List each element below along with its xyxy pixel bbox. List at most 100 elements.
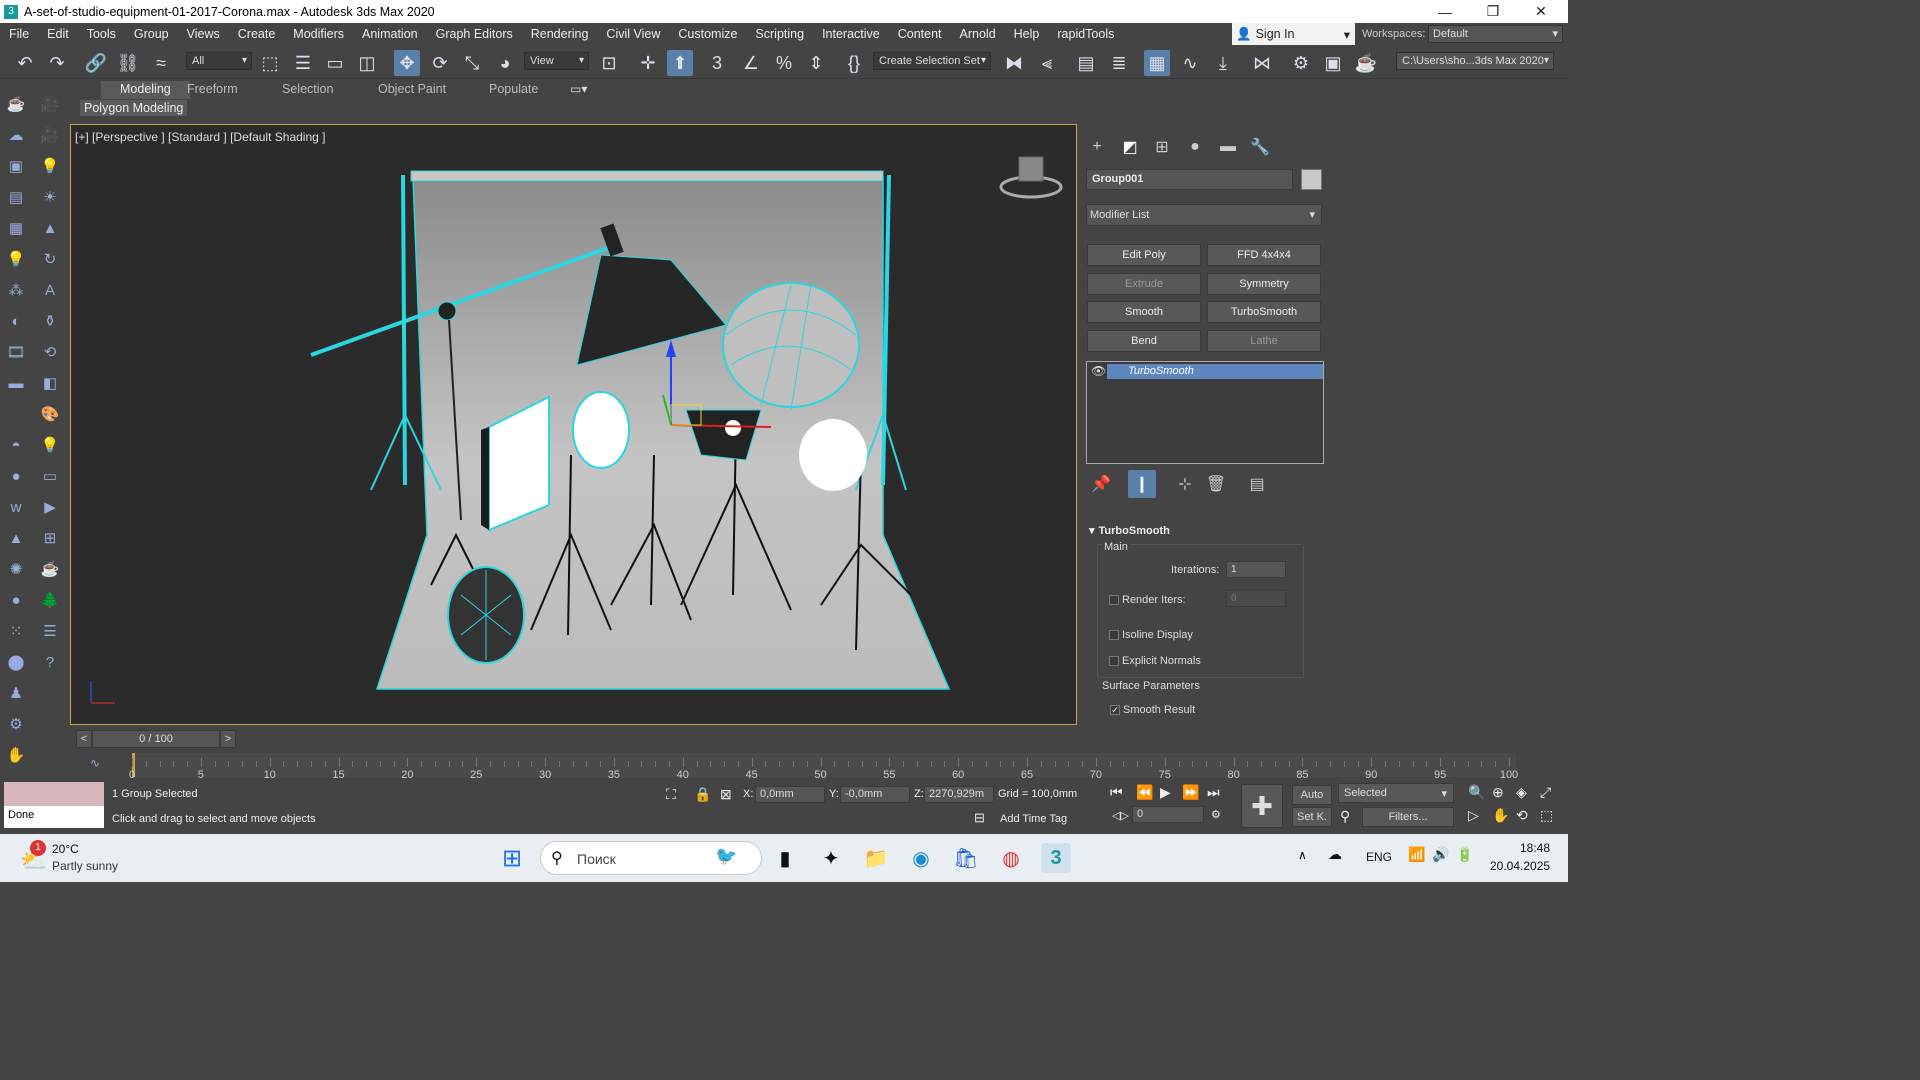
modify-tab-icon[interactable]: ◩ bbox=[1117, 136, 1143, 158]
menu-arnold[interactable]: Arnold bbox=[951, 27, 1005, 41]
clock-time[interactable]: 18:48 bbox=[1520, 841, 1550, 855]
settings-icon[interactable]: ⚙ bbox=[5, 713, 27, 735]
previous-frame-icon[interactable]: ⏪ bbox=[1136, 784, 1153, 801]
dome-icon[interactable]: ◓ bbox=[5, 434, 27, 456]
modifier-button-bend[interactable]: Bend bbox=[1087, 329, 1201, 352]
motion-tab-icon[interactable]: ● bbox=[1182, 136, 1208, 158]
sphere-icon[interactable]: ● bbox=[5, 465, 27, 487]
select-scale-icon[interactable]: ⤡ bbox=[459, 50, 485, 76]
menu-animation[interactable]: Animation bbox=[353, 27, 427, 41]
perspective-viewport[interactable]: [+] [Perspective ] [Standard ] [Default … bbox=[70, 124, 1077, 725]
view-cube[interactable] bbox=[999, 156, 1063, 199]
light-list-icon[interactable]: 💡 bbox=[5, 248, 27, 270]
select-place-icon[interactable]: ◕ bbox=[492, 50, 518, 76]
time-slider[interactable]: 0 / 100 bbox=[92, 730, 220, 748]
menu-modifiers[interactable]: Modifiers bbox=[284, 27, 353, 41]
teapot-icon[interactable]: ☕ bbox=[5, 93, 27, 115]
speaker-icon[interactable]: ◐ bbox=[5, 310, 27, 332]
undo-icon[interactable]: ↶ bbox=[12, 50, 38, 76]
clock-date[interactable]: 20.04.2025 bbox=[1490, 859, 1550, 873]
menu-customize[interactable]: Customize bbox=[669, 27, 746, 41]
modifier-button-edit-poly[interactable]: Edit Poly bbox=[1087, 244, 1201, 266]
time-tag-icon[interactable]: ⊟ bbox=[974, 810, 985, 826]
go-to-start-icon[interactable]: ⏮ bbox=[1110, 784, 1123, 801]
film-icon[interactable]: 🎞 bbox=[5, 341, 27, 363]
next-frame-icon[interactable]: ⏩ bbox=[1182, 784, 1199, 801]
weather-widget[interactable]: ⛅ 1 bbox=[20, 840, 50, 876]
track-bar[interactable]: 0 5 10 15 20 25 30 35 40 45 50 55 60 65 70 75 80 85 90 95 10… bbox=[129, 753, 1518, 781]
polygon-modeling-panel[interactable]: Polygon Modeling bbox=[80, 100, 188, 116]
ribbon-toggle-icon[interactable]: ▦ bbox=[1144, 50, 1170, 76]
bind-spacewarp-icon[interactable]: ≈ bbox=[148, 50, 174, 76]
current-frame-field[interactable]: 0 bbox=[1132, 806, 1204, 823]
material-editor-icon[interactable]: ⋈ bbox=[1249, 50, 1275, 76]
workspaces-select[interactable]: Default ▾ bbox=[1428, 25, 1563, 43]
play-icon[interactable]: ▶ bbox=[1160, 784, 1171, 801]
zoom-icon[interactable]: 🔍 bbox=[1468, 784, 1485, 801]
pivot-center-icon[interactable]: ⊡ bbox=[596, 50, 622, 76]
menu-file[interactable]: File bbox=[0, 27, 38, 41]
field-of-view-icon[interactable]: ▷ bbox=[1468, 807, 1479, 824]
menu-create[interactable]: Create bbox=[229, 27, 285, 41]
scatter-icon[interactable]: ⁂ bbox=[5, 279, 27, 301]
sign-in-button[interactable]: 👤 Sign In ▾ bbox=[1232, 23, 1355, 45]
select-move-icon[interactable]: ✥ bbox=[394, 50, 420, 76]
selection-filter-dropdown[interactable]: All bbox=[186, 52, 252, 70]
key-filter-dropdown[interactable]: Selected ▾ bbox=[1338, 783, 1454, 803]
weather-desc[interactable]: Partly sunny bbox=[52, 859, 118, 873]
display-tab-icon[interactable]: ▬ bbox=[1215, 136, 1241, 158]
bottle-icon[interactable]: ⚱ bbox=[39, 310, 61, 332]
wifi-icon[interactable]: 📶 bbox=[1408, 846, 1425, 863]
menu-views[interactable]: Views bbox=[178, 27, 229, 41]
ribbon-tab-object-paint[interactable]: Object Paint bbox=[378, 81, 446, 99]
x-coordinate-field[interactable]: 0,0mm bbox=[755, 786, 825, 803]
render-frame-icon[interactable]: ▣ bbox=[5, 155, 27, 177]
create-tab-icon[interactable]: + bbox=[1084, 136, 1110, 158]
refresh-icon[interactable]: ↻ bbox=[39, 248, 61, 270]
named-selection-set-dropdown[interactable]: Create Selection Set bbox=[873, 52, 991, 70]
camera-target-icon[interactable]: 🎥 bbox=[39, 124, 61, 146]
object-color-swatch[interactable] bbox=[1301, 169, 1322, 190]
object-name-field[interactable]: Group001 bbox=[1086, 169, 1293, 190]
smooth-result-checkbox[interactable]: ✓ bbox=[1110, 705, 1120, 715]
show-end-result-icon[interactable]: ❙ bbox=[1128, 470, 1156, 498]
modifier-button-extrude[interactable]: Extrude bbox=[1087, 272, 1201, 295]
teapot-outline-icon[interactable]: ☕ bbox=[39, 558, 61, 580]
play-panel-icon[interactable]: ▶ bbox=[39, 496, 61, 518]
copilot-icon[interactable]: ✦ bbox=[816, 843, 846, 873]
ribbon-tab-populate[interactable]: Populate bbox=[489, 81, 538, 99]
lock-selection-icon[interactable]: 🔒 bbox=[694, 786, 711, 803]
layer-explorer-icon[interactable]: ≣ bbox=[1106, 50, 1132, 76]
y-coordinate-field[interactable]: -0,0mm bbox=[840, 786, 910, 803]
prev-frame-arrow[interactable]: < bbox=[76, 730, 92, 748]
add-time-tag[interactable]: Add Time Tag bbox=[1000, 813, 1067, 825]
modifier-button-ffd-4x4x4[interactable]: FFD 4x4x4 bbox=[1207, 244, 1321, 266]
zoom-all-icon[interactable]: ⊕ bbox=[1492, 784, 1504, 801]
menu-civil-view[interactable]: Civil View bbox=[597, 27, 669, 41]
key-filters-icon[interactable]: ⚲ bbox=[1340, 808, 1350, 825]
menu-rendering[interactable]: Rendering bbox=[522, 27, 598, 41]
document-icon[interactable]: ▤ bbox=[5, 186, 27, 208]
turbosmooth-rollout-header[interactable]: ▾ TurboSmooth bbox=[1089, 524, 1309, 537]
time-config-icon[interactable]: ⚙ bbox=[1211, 808, 1221, 821]
menu-rapidtools[interactable]: rapidTools bbox=[1048, 27, 1123, 41]
key-mode-icon[interactable]: ◁▷ bbox=[1112, 809, 1129, 822]
mirror-icon[interactable]: ⧓ bbox=[1001, 50, 1027, 76]
trees-icon[interactable]: 🌲 bbox=[39, 589, 61, 611]
grid-icon[interactable]: ▦ bbox=[5, 217, 27, 239]
render-iters-checkbox[interactable] bbox=[1109, 595, 1119, 605]
file-explorer-icon[interactable]: 📁 bbox=[861, 843, 891, 873]
3ds-max-icon[interactable]: 3 bbox=[1041, 843, 1071, 873]
absolute-mode-icon[interactable]: ⊠ bbox=[720, 786, 732, 803]
edit-named-selection-icon[interactable]: {} bbox=[841, 50, 867, 76]
person-icon[interactable]: ♟ bbox=[5, 682, 27, 704]
auto-key-button[interactable]: Auto bbox=[1292, 785, 1332, 805]
menu-scripting[interactable]: Scripting bbox=[746, 27, 813, 41]
task-view-icon[interactable]: ▮ bbox=[770, 843, 800, 873]
isoline-display-checkbox[interactable] bbox=[1109, 630, 1119, 640]
modifier-button-lathe[interactable]: Lathe bbox=[1207, 329, 1321, 352]
show-hidden-icons[interactable]: ∧ bbox=[1298, 848, 1307, 862]
ribbon-tab-modeling[interactable]: Modeling bbox=[101, 81, 190, 99]
modifier-list-dropdown[interactable]: Modifier List bbox=[1086, 204, 1322, 226]
onedrive-icon[interactable]: ☁ bbox=[1328, 846, 1342, 863]
